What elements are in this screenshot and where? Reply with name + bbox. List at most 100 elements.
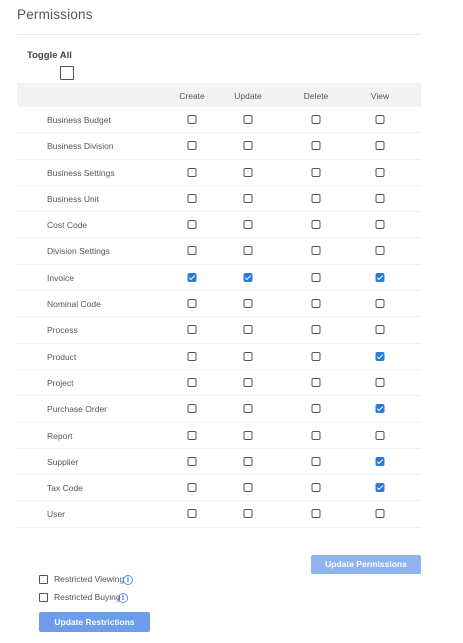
delete-checkbox[interactable]	[311, 220, 321, 230]
table-row: Cost Code	[17, 212, 421, 239]
create-checkbox[interactable]	[187, 141, 197, 151]
restricted-buying-checkbox[interactable]	[39, 593, 48, 602]
update-checkbox[interactable]	[243, 325, 253, 335]
table-row: Process	[17, 317, 421, 344]
view-checkbox[interactable]	[375, 351, 385, 361]
update-checkbox[interactable]	[243, 246, 253, 256]
update-checkbox[interactable]	[243, 377, 253, 387]
view-checkbox[interactable]	[375, 483, 385, 493]
update-checkbox[interactable]	[243, 220, 253, 230]
view-checkbox[interactable]	[375, 377, 385, 387]
column-header-delete: Delete	[303, 91, 329, 101]
delete-checkbox[interactable]	[311, 193, 321, 203]
create-checkbox[interactable]	[187, 351, 197, 361]
update-restrictions-button[interactable]: Update Restrictions	[39, 612, 150, 632]
row-label: Tax Code	[47, 483, 83, 494]
create-checkbox[interactable]	[187, 246, 197, 256]
update-checkbox[interactable]	[243, 351, 253, 361]
column-header-create: Create	[179, 91, 205, 101]
update-permissions-button[interactable]: Update Permissions	[311, 555, 421, 574]
create-checkbox[interactable]	[187, 483, 197, 493]
create-checkbox[interactable]	[187, 115, 197, 124]
table-row: Supplier	[17, 449, 421, 476]
info-icon[interactable]: i	[123, 575, 133, 585]
info-icon[interactable]: i	[118, 593, 128, 603]
view-checkbox[interactable]	[375, 299, 385, 309]
delete-checkbox[interactable]	[311, 115, 321, 124]
column-header-view: View	[370, 91, 390, 101]
table-row: Purchase Order	[17, 396, 421, 423]
column-header-update: Update	[234, 91, 262, 101]
create-checkbox[interactable]	[187, 193, 197, 203]
create-checkbox[interactable]	[187, 220, 197, 230]
view-checkbox[interactable]	[375, 456, 385, 466]
delete-checkbox[interactable]	[311, 377, 321, 387]
delete-checkbox[interactable]	[311, 456, 321, 466]
create-checkbox[interactable]	[187, 299, 197, 309]
update-checkbox[interactable]	[243, 509, 253, 519]
delete-checkbox[interactable]	[311, 272, 321, 282]
delete-checkbox[interactable]	[311, 430, 321, 440]
create-checkbox[interactable]	[187, 509, 197, 519]
view-checkbox[interactable]	[375, 115, 385, 124]
delete-checkbox[interactable]	[311, 246, 321, 256]
create-checkbox[interactable]	[187, 377, 197, 387]
view-checkbox[interactable]	[375, 325, 385, 335]
delete-checkbox[interactable]	[311, 404, 321, 414]
delete-checkbox[interactable]	[311, 483, 321, 493]
row-label: Invoice	[47, 272, 74, 283]
title-divider	[17, 34, 421, 35]
update-checkbox[interactable]	[243, 483, 253, 493]
view-checkbox[interactable]	[375, 193, 385, 203]
table-row: Tax Code	[17, 475, 421, 502]
update-checkbox[interactable]	[243, 430, 253, 440]
row-label: User	[47, 509, 65, 520]
table-row: Product	[17, 344, 421, 370]
table-header: Create Update Delete View	[17, 83, 421, 107]
restricted-buying-label: Restricted Buying	[54, 592, 121, 602]
create-checkbox[interactable]	[187, 272, 197, 282]
table-row: Division Settings	[17, 238, 421, 265]
create-checkbox[interactable]	[187, 456, 197, 466]
view-checkbox[interactable]	[375, 220, 385, 230]
create-checkbox[interactable]	[187, 404, 197, 414]
update-checkbox[interactable]	[243, 299, 253, 309]
view-checkbox[interactable]	[375, 430, 385, 440]
delete-checkbox[interactable]	[311, 141, 321, 151]
delete-checkbox[interactable]	[311, 299, 321, 309]
table-row: User	[17, 501, 421, 528]
view-checkbox[interactable]	[375, 404, 385, 414]
row-label: Business Division	[47, 141, 114, 152]
delete-checkbox[interactable]	[311, 167, 321, 177]
view-checkbox[interactable]	[375, 141, 385, 151]
update-checkbox[interactable]	[243, 404, 253, 414]
create-checkbox[interactable]	[187, 430, 197, 440]
view-checkbox[interactable]	[375, 272, 385, 282]
update-checkbox[interactable]	[243, 115, 253, 124]
page-title: Permissions	[17, 7, 93, 22]
update-checkbox[interactable]	[243, 167, 253, 177]
view-checkbox[interactable]	[375, 246, 385, 256]
view-checkbox[interactable]	[375, 509, 385, 519]
table-row: Project	[17, 370, 421, 397]
update-checkbox[interactable]	[243, 272, 253, 282]
update-checkbox[interactable]	[243, 141, 253, 151]
table-row: Invoice	[17, 265, 421, 292]
table-row: Business Division	[17, 133, 421, 160]
permissions-table: Create Update Delete View Business Budget Bu…	[17, 83, 421, 528]
view-checkbox[interactable]	[375, 167, 385, 177]
restricted-viewing-checkbox[interactable]	[39, 575, 48, 584]
row-label: Business Budget	[47, 115, 111, 125]
row-label: Product	[47, 351, 77, 362]
delete-checkbox[interactable]	[311, 509, 321, 519]
table-body: Business Budget Business Division Business…	[17, 107, 421, 528]
toggle-all-checkbox[interactable]	[60, 66, 74, 80]
delete-checkbox[interactable]	[311, 351, 321, 361]
row-label: Project	[47, 377, 74, 388]
create-checkbox[interactable]	[187, 325, 197, 335]
update-checkbox[interactable]	[243, 193, 253, 203]
delete-checkbox[interactable]	[311, 325, 321, 335]
table-row: Business Settings	[17, 160, 421, 186]
create-checkbox[interactable]	[187, 167, 197, 177]
update-checkbox[interactable]	[243, 456, 253, 466]
